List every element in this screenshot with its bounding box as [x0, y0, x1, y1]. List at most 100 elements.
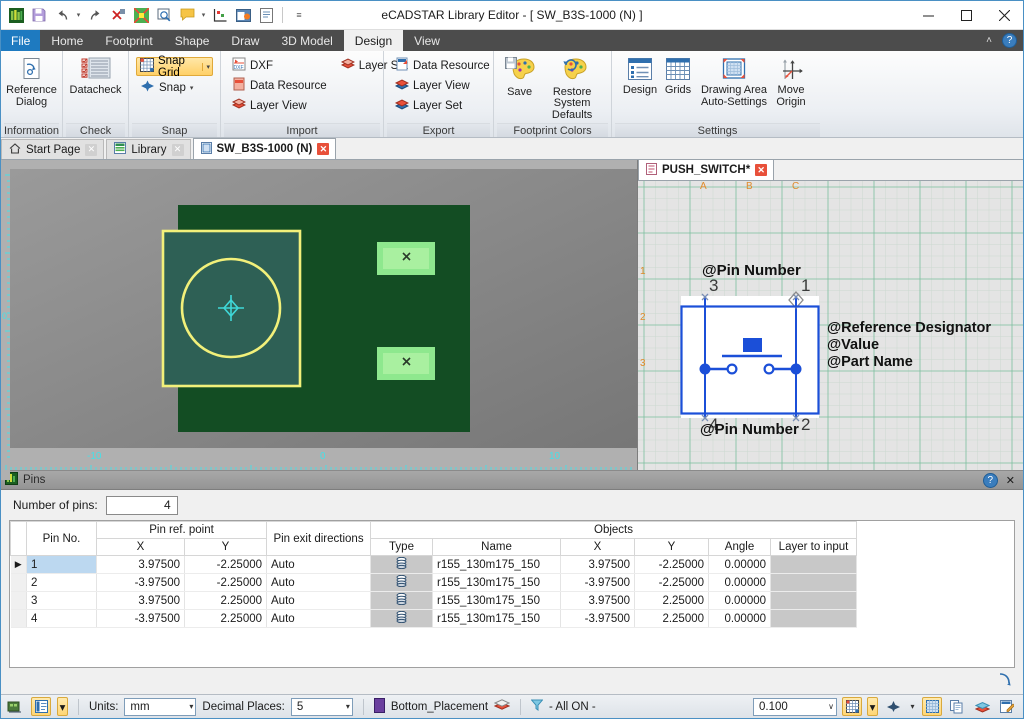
move-origin-button[interactable]: Move Origin	[771, 55, 811, 108]
row-obj-x-1[interactable]: 3.97500	[560, 555, 636, 574]
pins-header-layer-to-input[interactable]: Layer to input	[770, 538, 858, 556]
snap-button[interactable]: Snap ▾	[136, 78, 197, 97]
menu-tab-design[interactable]: Design	[343, 30, 404, 51]
row-pin-no-3[interactable]: 3	[26, 591, 97, 610]
pins-header-angle[interactable]: Angle	[708, 538, 772, 556]
customize-qat-caret[interactable]: ≡	[288, 4, 310, 26]
row-exit-1[interactable]: Auto	[266, 555, 372, 574]
copy-icon[interactable]	[947, 697, 967, 716]
menu-tab-footprint[interactable]: Footprint	[94, 30, 163, 51]
design-settings-button[interactable]: Design	[621, 55, 659, 96]
symbol-attribute-pin-number-top[interactable]: @Pin Number	[702, 262, 801, 279]
snap-grid-caret-icon[interactable]: ▾	[202, 62, 210, 71]
pins-header-obj-x[interactable]: X	[560, 538, 636, 556]
symbol-tab-push-switch[interactable]: PUSH_SWITCH* ✕	[638, 159, 775, 180]
snap-mode-icon[interactable]	[883, 697, 903, 716]
save-colors-button[interactable]: Save	[501, 55, 538, 98]
row-type-3[interactable]	[370, 591, 434, 610]
snap-grid-status-button[interactable]	[842, 697, 862, 716]
document-tab-library-close-icon[interactable]: ✕	[171, 143, 184, 156]
layer-panel-caret-icon[interactable]: ▾	[57, 697, 68, 716]
number-of-pins-input[interactable]: 4	[105, 495, 178, 515]
import-layer-view-button[interactable]: Layer View	[228, 96, 331, 115]
menu-tab-draw[interactable]: Draw	[220, 30, 270, 51]
row-obj-y-1[interactable]: -2.25000	[634, 555, 710, 574]
zoom-icon[interactable]	[153, 4, 175, 26]
filter-icon[interactable]	[530, 699, 544, 714]
row-type-1[interactable]	[370, 555, 434, 574]
row-name-1[interactable]: r155_130m175_150	[432, 555, 562, 574]
undo-dropdown-caret[interactable]: ▾	[74, 11, 83, 19]
document-tab-start-page-close-icon[interactable]: ✕	[85, 143, 98, 156]
measure-icon[interactable]	[209, 4, 231, 26]
layer-colors-icon[interactable]	[972, 697, 992, 716]
row-ref-x-3[interactable]: 3.97500	[96, 591, 185, 610]
pins-header-pin-no[interactable]: Pin No.	[26, 521, 97, 556]
collapse-ribbon-button[interactable]: ˄	[980, 32, 998, 50]
reference-dialog-button[interactable]: Reference Dialog	[6, 55, 57, 108]
table-row[interactable]: 4 -3.97500 2.25000 Auto r155_130m175_150…	[10, 609, 1015, 628]
comment-icon[interactable]	[176, 4, 198, 26]
decimal-places-select[interactable]: 5 ▾	[290, 697, 353, 716]
help-button[interactable]: ?	[1002, 33, 1017, 48]
row-pin-no-4[interactable]: 4	[26, 609, 97, 628]
pins-header-name[interactable]: Name	[432, 538, 562, 556]
row-obj-x-3[interactable]: 3.97500	[560, 591, 636, 610]
row-pin-no-1[interactable]: 1	[26, 555, 97, 574]
placement-view-icon[interactable]	[5, 697, 25, 716]
row-angle-3[interactable]: 0.00000	[708, 591, 772, 610]
menu-file[interactable]: File	[1, 30, 41, 51]
resize-handle-icon[interactable]	[995, 670, 1013, 691]
symbol-attribute-pin-number-bottom[interactable]: @Pin Number	[700, 421, 799, 438]
row-ref-y-1[interactable]: -2.25000	[184, 555, 268, 574]
row-layer-2[interactable]	[770, 573, 858, 592]
maximize-button[interactable]	[947, 1, 985, 30]
undo-icon[interactable]	[51, 4, 73, 26]
row-exit-3[interactable]: Auto	[266, 591, 372, 610]
row-pin-no-2[interactable]: 2	[26, 573, 97, 592]
layer-panel-toggle-button[interactable]	[31, 697, 51, 716]
row-layer-4[interactable]	[770, 609, 858, 628]
row-type-2[interactable]	[370, 573, 434, 592]
pins-header-pin-exit-directions[interactable]: Pin exit directions	[266, 521, 372, 556]
pins-table-container[interactable]: Pin No. Pin ref. point Pin exit directio…	[9, 520, 1015, 668]
row-exit-4[interactable]: Auto	[266, 609, 372, 628]
filter-status-text[interactable]: - All ON -	[549, 701, 596, 713]
snap-grid-button[interactable]: Snap Grid ▾	[136, 55, 213, 79]
symbol-attribute-reference-designator[interactable]: @Reference Designator	[827, 320, 991, 337]
zoom-select[interactable]: 0.100 ∨	[753, 697, 837, 716]
grids-settings-button[interactable]: Grids	[659, 55, 697, 96]
grid-visibility-button[interactable]	[922, 697, 942, 716]
footprint-canvas[interactable]	[10, 169, 637, 448]
close-button[interactable]	[985, 1, 1023, 30]
pins-header-ref-y[interactable]: Y	[183, 538, 268, 556]
menu-tab-home[interactable]: Home	[40, 30, 94, 51]
comment-dropdown-caret[interactable]: ▾	[199, 11, 208, 19]
row-exit-2[interactable]: Auto	[266, 573, 372, 592]
report-icon[interactable]	[255, 4, 277, 26]
save-icon[interactable]	[28, 4, 50, 26]
datacheck-button[interactable]: Datacheck	[70, 55, 122, 96]
redo-icon[interactable]	[84, 4, 106, 26]
row-name-2[interactable]: r155_130m175_150	[432, 573, 562, 592]
row-ref-y-2[interactable]: -2.25000	[184, 573, 268, 592]
row-layer-3[interactable]	[770, 591, 858, 610]
row-obj-y-4[interactable]: 2.25000	[634, 609, 710, 628]
table-row[interactable]: 2 -3.97500 -2.25000 Auto r155_130m175_15…	[10, 573, 1015, 592]
menu-tab-view[interactable]: View	[403, 30, 451, 51]
row-name-3[interactable]: r155_130m175_150	[432, 591, 562, 610]
table-row[interactable]: ▶ 1 3.97500 -2.25000 Auto r155_130m175_1…	[10, 555, 1015, 574]
export-data-resource-button[interactable]: Data Resource	[391, 56, 494, 75]
pins-panel-help-button[interactable]: ?	[982, 472, 998, 488]
document-tab-start-page[interactable]: Start Page ✕	[1, 139, 105, 159]
symbol-canvas[interactable]: A B C 1 2 3 3 1 4 2 @Pin Number @Pin Num…	[638, 181, 1023, 470]
pins-header-ref-x[interactable]: X	[96, 538, 185, 556]
row-obj-x-4[interactable]: -3.97500	[560, 609, 636, 628]
export-layer-view-button[interactable]: Layer View	[391, 76, 494, 95]
app-logo-icon[interactable]	[5, 4, 27, 26]
document-tab-sw-b3s-1000-close-icon[interactable]: ✕	[317, 143, 330, 155]
table-row[interactable]: 3 3.97500 2.25000 Auto r155_130m175_150 …	[10, 591, 1015, 610]
row-angle-4[interactable]: 0.00000	[708, 609, 772, 628]
row-obj-x-2[interactable]: -3.97500	[560, 573, 636, 592]
export-layer-set-button[interactable]: Layer Set	[391, 96, 494, 115]
